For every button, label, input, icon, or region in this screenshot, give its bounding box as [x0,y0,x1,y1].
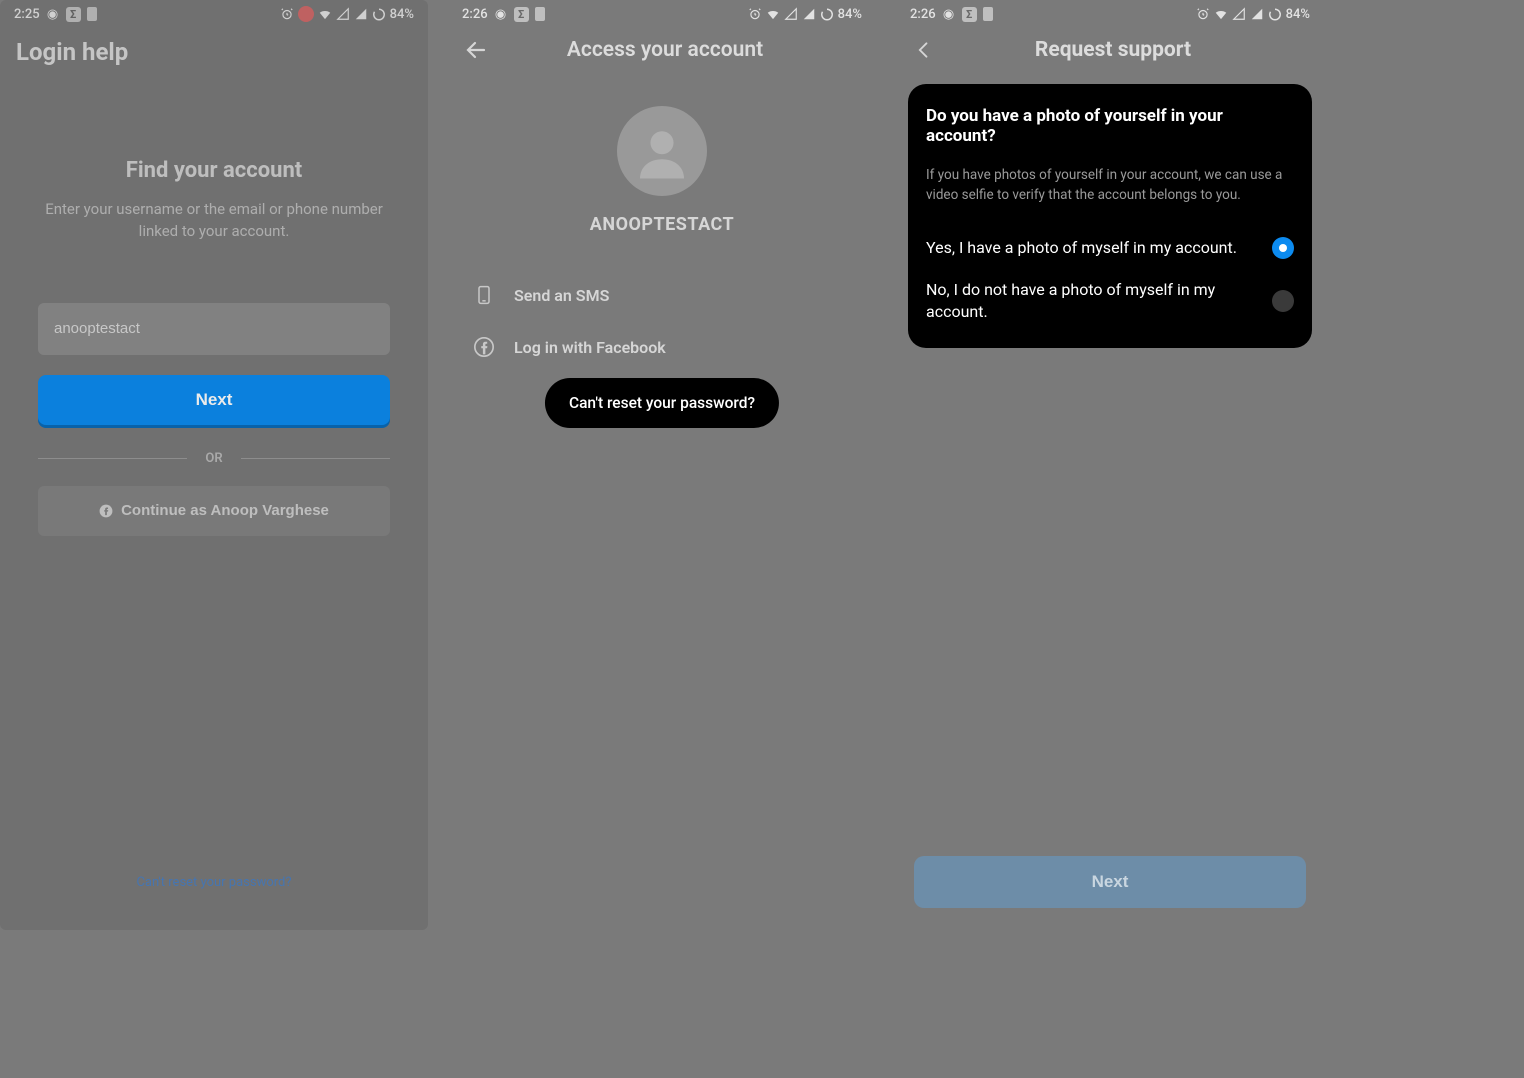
record-icon: ◉ [46,7,60,21]
battery-saver-icon [87,7,97,21]
option-no[interactable]: No, I do not have a photo of myself in m… [926,269,1294,332]
continue-facebook-button[interactable]: Continue as Anoop Varghese [38,486,390,536]
status-battery: 84% [1286,7,1310,22]
header: Request support [896,28,1324,76]
battery-circle-icon [820,7,834,21]
signal-empty-icon [336,7,350,21]
question-description: If you have photos of yourself in your a… [926,166,1294,205]
avatar [617,106,707,196]
signal-full-icon [802,7,816,21]
battery-circle-icon [1268,7,1282,21]
facebook-icon [99,504,113,518]
signal-full-icon [1250,7,1264,21]
continue-facebook-label: Continue as Anoop Varghese [121,502,329,519]
screen-request-support: 2:26 ◉ Σ 84% Requ [896,0,1324,930]
sigma-icon: Σ [962,7,977,22]
find-account-subtext: Enter your username or the email or phon… [38,199,390,243]
status-battery: 84% [390,7,414,22]
question-card: Do you have a photo of yourself in your … [908,84,1312,348]
facebook-icon [472,335,496,359]
phone-icon [472,283,496,307]
send-sms-label: Send an SMS [514,286,609,305]
signal-full-icon [354,7,368,21]
sigma-icon: Σ [66,7,81,22]
notification-dot-icon [298,6,314,22]
username-input[interactable] [38,303,390,355]
signal-empty-icon [1232,7,1246,21]
status-time: 2:25 [14,7,40,22]
sigma-icon: Σ [514,7,529,22]
alarm-icon [748,7,762,21]
or-divider: OR [38,451,390,466]
page-title: Access your account [470,38,860,62]
send-sms-option[interactable]: Send an SMS [464,269,860,321]
status-bar: 2:26 ◉ Σ 84% [448,0,876,28]
header: Login help [0,28,428,80]
question-heading: Do you have a photo of yourself in your … [926,106,1294,146]
cant-reset-link[interactable]: Can't reset your password? [0,875,428,890]
battery-circle-icon [372,7,386,21]
option-yes-label: Yes, I have a photo of myself in my acco… [926,237,1256,259]
alarm-icon [280,7,294,21]
screen-login-help: 2:25 ◉ Σ 84% Login help [0,0,428,930]
alarm-icon [1196,7,1210,21]
screen-access-account: 2:26 ◉ Σ 84% Acce [448,0,876,930]
wifi-icon [766,7,780,21]
page-title: Request support [918,38,1308,62]
login-facebook-label: Log in with Facebook [514,338,666,357]
status-time: 2:26 [910,7,936,22]
next-button[interactable]: Next [38,375,390,425]
next-button[interactable]: Next [914,856,1306,908]
status-battery: 84% [838,7,862,22]
signal-empty-icon [784,7,798,21]
battery-saver-icon [983,7,993,21]
account-username: ANOOPTESTACT [464,214,860,235]
option-no-label: No, I do not have a photo of myself in m… [926,279,1256,322]
radio-unselected-icon [1272,290,1294,312]
record-icon: ◉ [494,7,508,21]
status-bar: 2:26 ◉ Σ 84% [896,0,1324,28]
wifi-icon [318,7,332,21]
status-bar: 2:25 ◉ Σ 84% [0,0,428,28]
battery-saver-icon [535,7,545,21]
status-time: 2:26 [462,7,488,22]
login-facebook-option[interactable]: Log in with Facebook [464,321,860,373]
cant-reset-tooltip[interactable]: Can't reset your password? [545,378,779,428]
radio-selected-icon [1272,237,1294,259]
wifi-icon [1214,7,1228,21]
option-yes[interactable]: Yes, I have a photo of myself in my acco… [926,227,1294,269]
page-title: Login help [16,38,128,66]
find-account-heading: Find your account [38,158,390,183]
header: Access your account [448,28,876,76]
record-icon: ◉ [942,7,956,21]
